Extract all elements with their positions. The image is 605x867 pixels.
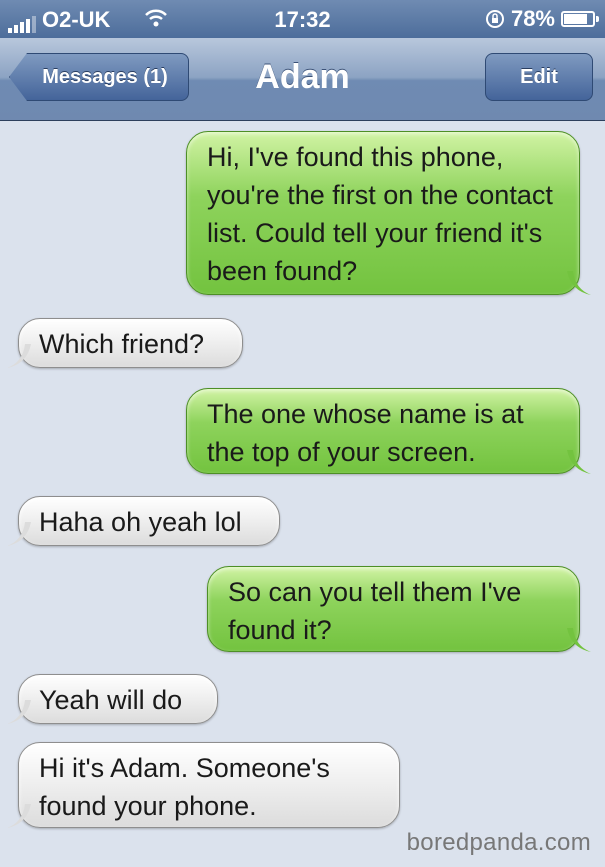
message-text: Which friend? — [39, 329, 205, 359]
message-text: Haha oh yeah lol — [39, 507, 242, 537]
navigation-bar: Messages (1) Adam Edit — [0, 38, 605, 121]
bubble-tail — [7, 522, 31, 546]
watermark: boredpanda.com — [406, 829, 591, 856]
message-text: Yeah will do — [39, 685, 183, 715]
message-bubble-sent[interactable]: The one whose name is at the top of your… — [186, 388, 591, 474]
message-bubble-sent[interactable]: So can you tell them I've found it? — [207, 566, 591, 652]
bubble-tail — [7, 700, 31, 724]
battery-fill — [564, 14, 588, 24]
bubble-tail — [7, 804, 31, 828]
message-bubble-received[interactable]: Yeah will do — [7, 674, 218, 724]
bubble-tail — [567, 271, 591, 295]
status-right: 78% — [485, 6, 599, 32]
edit-button[interactable]: Edit — [485, 53, 593, 101]
battery-percent: 78% — [510, 6, 555, 31]
bubble-tail — [567, 628, 591, 652]
message-text: So can you tell them I've found it? — [228, 577, 522, 645]
status-bar: O2-UK 17:32 78% — [0, 0, 605, 38]
bubble-tail — [7, 344, 31, 368]
message-bubble-received[interactable]: Which friend? — [7, 318, 243, 368]
message-bubble-received[interactable]: Hi it's Adam. Someone's found your phone… — [7, 742, 400, 828]
bubble-tail — [567, 450, 591, 474]
rotation-lock-icon — [485, 10, 504, 28]
message-text: Hi it's Adam. Someone's found your phone… — [39, 753, 330, 821]
message-bubble-sent[interactable]: Hi, I've found this phone, you're the fi… — [186, 131, 591, 295]
battery-icon — [561, 11, 599, 27]
message-text: The one whose name is at the top of your… — [207, 399, 524, 467]
message-bubble-received[interactable]: Haha oh yeah lol — [7, 496, 280, 546]
message-text: Hi, I've found this phone, you're the fi… — [207, 142, 553, 286]
